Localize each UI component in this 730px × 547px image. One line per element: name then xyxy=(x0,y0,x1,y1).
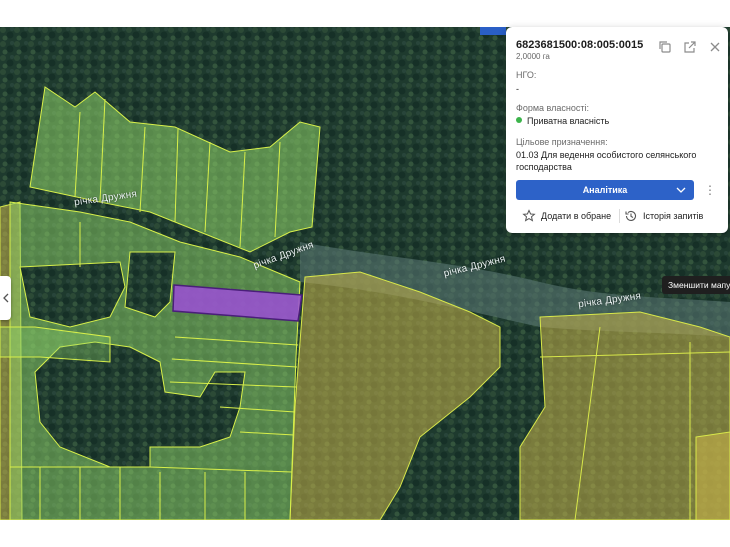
parcel-info-card: 6823681500:08:005:0015 2,0000 га НГО: - … xyxy=(506,27,728,233)
zoom-out-tooltip: Зменшити мапу xyxy=(662,276,730,294)
add-to-favorites-label: Додати в обране xyxy=(541,211,612,221)
ownership-label: Форма власності: xyxy=(516,103,589,113)
actions-divider xyxy=(619,209,620,223)
request-history-button[interactable]: Історія запитів xyxy=(624,209,703,223)
copy-icon[interactable] xyxy=(658,40,672,54)
ngo-value: - xyxy=(516,84,519,94)
analytics-button[interactable]: Аналітика xyxy=(516,180,694,200)
parcel-area: 2,0000 га xyxy=(516,52,550,61)
star-icon xyxy=(522,209,536,222)
more-options-icon[interactable]: ⋮ xyxy=(704,182,716,198)
cadastral-number: 6823681500:08:005:0015 xyxy=(516,39,644,51)
close-icon[interactable] xyxy=(708,40,722,54)
request-history-label: Історія запитів xyxy=(643,211,704,221)
ownership-status-dot xyxy=(516,117,522,123)
chevron-down-icon xyxy=(676,187,686,193)
collapse-panel-handle[interactable] xyxy=(0,276,11,320)
purpose-value: 01.03 Для ведення особистого селянського… xyxy=(516,150,697,172)
history-icon xyxy=(625,210,637,221)
analytics-button-label: Аналітика xyxy=(582,185,628,195)
ngo-label: НГО: xyxy=(516,70,537,80)
forest-patch-1 xyxy=(19,261,126,328)
ownership-value: Приватна власність xyxy=(527,116,610,126)
ownership-value-row: Приватна власність xyxy=(516,115,716,127)
open-external-icon[interactable] xyxy=(683,40,697,54)
add-to-favorites-button[interactable]: Додати в обране xyxy=(522,209,611,223)
purpose-label: Цільове призначення: xyxy=(516,137,608,147)
chevron-left-icon xyxy=(2,293,8,303)
map-top-accent xyxy=(480,27,506,35)
